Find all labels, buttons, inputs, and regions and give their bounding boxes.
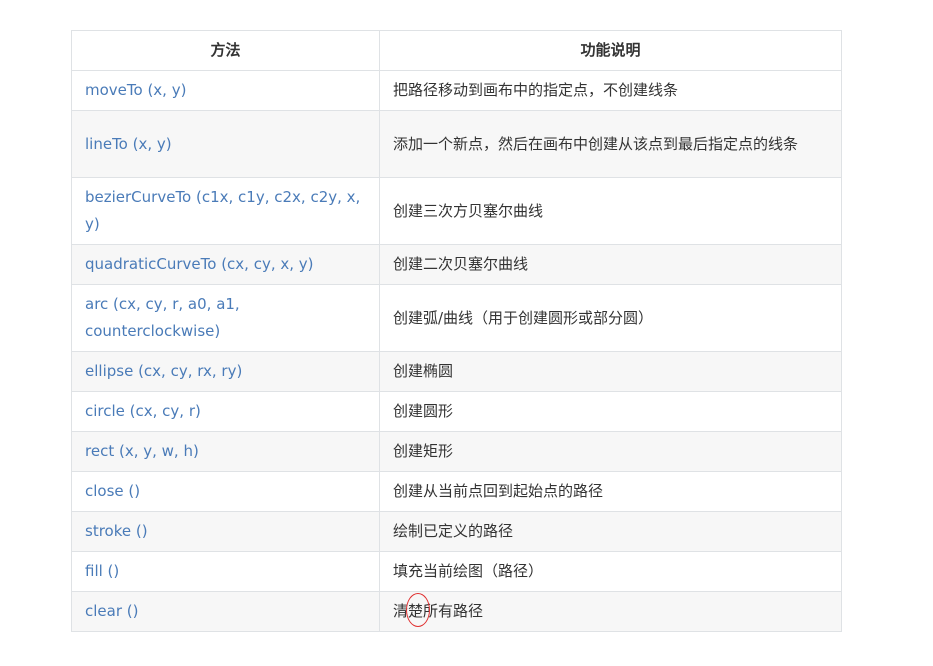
method-description: 创建圆形: [379, 391, 842, 432]
table-row: circle (cx, cy, r) 创建圆形: [71, 391, 842, 432]
method-name: arc (cx, cy, r, a0, a1, counterclockwise…: [71, 284, 380, 352]
method-description: 清楚所有路径: [379, 591, 842, 632]
method-name: rect (x, y, w, h): [71, 431, 380, 472]
api-methods-table: 方法 功能说明 moveTo (x, y) 把路径移动到画布中的指定点，不创建线…: [71, 30, 842, 632]
table-row: moveTo (x, y) 把路径移动到画布中的指定点，不创建线条: [71, 70, 842, 111]
table-row: lineTo (x, y) 添加一个新点，然后在画布中创建从该点到最后指定点的线…: [71, 110, 842, 178]
method-name: quadraticCurveTo (cx, cy, x, y): [71, 244, 380, 285]
method-description: 创建矩形: [379, 431, 842, 472]
table-row: stroke () 绘制已定义的路径: [71, 511, 842, 552]
method-description: 绘制已定义的路径: [379, 511, 842, 552]
table-row: close () 创建从当前点回到起始点的路径: [71, 471, 842, 512]
table-header-row: 方法 功能说明: [71, 30, 842, 71]
method-name: lineTo (x, y): [71, 110, 380, 178]
method-name: bezierCurveTo (c1x, c1y, c2x, c2y, x, y): [71, 177, 380, 245]
method-description: 把路径移动到画布中的指定点，不创建线条: [379, 70, 842, 111]
column-header-description: 功能说明: [379, 30, 842, 71]
method-name: moveTo (x, y): [71, 70, 380, 111]
method-description: 创建从当前点回到起始点的路径: [379, 471, 842, 512]
method-description: 创建弧/曲线（用于创建圆形或部分圆）: [379, 284, 842, 352]
method-name: stroke (): [71, 511, 380, 552]
method-name: ellipse (cx, cy, rx, ry): [71, 351, 380, 392]
method-name: close (): [71, 471, 380, 512]
method-name: clear (): [71, 591, 380, 632]
table-row: arc (cx, cy, r, a0, a1, counterclockwise…: [71, 284, 842, 352]
table-row: quadraticCurveTo (cx, cy, x, y) 创建二次贝塞尔曲…: [71, 244, 842, 285]
table-row: fill () 填充当前绘图（路径）: [71, 551, 842, 592]
table-row: bezierCurveTo (c1x, c1y, c2x, c2y, x, y)…: [71, 177, 842, 245]
table-row: clear () 清楚所有路径: [71, 591, 842, 632]
method-name: circle (cx, cy, r): [71, 391, 380, 432]
method-description: 创建二次贝塞尔曲线: [379, 244, 842, 285]
method-name: fill (): [71, 551, 380, 592]
column-header-method: 方法: [71, 30, 380, 71]
method-description: 创建椭圆: [379, 351, 842, 392]
table-row: ellipse (cx, cy, rx, ry) 创建椭圆: [71, 351, 842, 392]
method-description: 创建三次方贝塞尔曲线: [379, 177, 842, 245]
table-row: rect (x, y, w, h) 创建矩形: [71, 431, 842, 472]
method-description: 添加一个新点，然后在画布中创建从该点到最后指定点的线条: [379, 110, 842, 178]
method-description: 填充当前绘图（路径）: [379, 551, 842, 592]
